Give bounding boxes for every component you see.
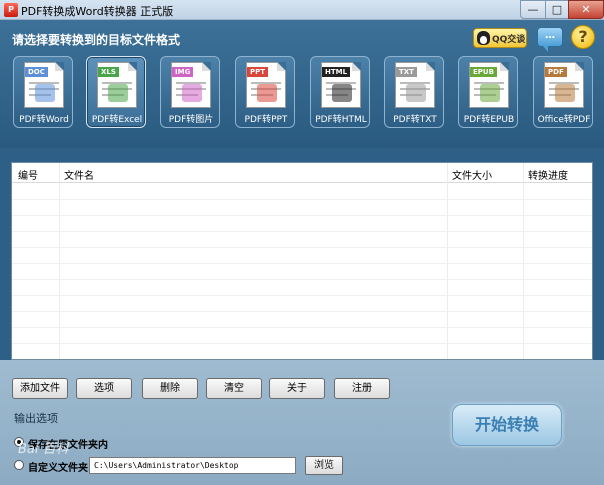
txt-icon: TXT: [395, 62, 435, 108]
table-row: [12, 231, 592, 232]
qq-penguin-icon: [477, 31, 490, 45]
table-row: [12, 199, 592, 200]
format-art: [176, 80, 206, 104]
format-pdftxt-button[interactable]: TXT PDF转TXT: [384, 56, 444, 128]
format-pdfhtml-button[interactable]: HTML PDF转HTML: [310, 56, 370, 128]
title-bar: P PDF转换成Word转换器 正式版 — □ ✕: [0, 0, 604, 20]
format-label: PDF转TXT: [393, 115, 437, 125]
format-pdfppt-button[interactable]: PPT PDF转PPT: [235, 56, 295, 128]
qq-chat-label: QQ交谈: [492, 35, 526, 45]
format-tag: IMG: [172, 67, 194, 77]
options-button[interactable]: 选项: [76, 378, 132, 399]
format-tag: HTML: [322, 67, 351, 77]
app-icon: P: [4, 3, 18, 17]
file-table[interactable]: 编号 文件名 文件大小 转换进度: [11, 162, 593, 360]
format-label: PDF转Word: [19, 115, 69, 125]
table-row: [12, 279, 592, 280]
about-button[interactable]: 关于: [269, 378, 325, 399]
format-tag: DOC: [25, 67, 48, 77]
format-header: 请选择要转换到的目标文件格式 QQ交谈 … ? DOC PDF转Word XLS PD…: [0, 20, 604, 148]
format-art: [474, 80, 504, 104]
help-icon[interactable]: ?: [571, 25, 595, 49]
format-pdf-button[interactable]: IMG PDF转图片: [160, 56, 220, 128]
epub-icon: EPUB: [469, 62, 509, 108]
output-path-input[interactable]: C:\Users\Administrator\Desktop: [89, 457, 296, 474]
custom-folder-radio[interactable]: [14, 460, 24, 470]
format-label: Office转PDF: [537, 115, 591, 125]
table-row: [12, 247, 592, 248]
format-tag: PPT: [247, 67, 269, 77]
format-art: [400, 80, 430, 104]
format-officepdf-button[interactable]: PDF Office转PDF: [533, 56, 593, 128]
table-row: [12, 263, 592, 264]
maximize-button[interactable]: □: [545, 0, 569, 19]
table-row: [12, 215, 592, 216]
table-row: [12, 311, 592, 312]
add-file-button[interactable]: 添加文件: [12, 378, 68, 399]
column-header-filesize[interactable]: 文件大小: [452, 167, 492, 182]
format-tag: TXT: [396, 67, 417, 77]
format-pdfword-button[interactable]: DOC PDF转Word: [13, 56, 73, 128]
format-tag: EPUB: [470, 67, 497, 77]
header-title: 请选择要转换到的目标文件格式: [12, 33, 181, 47]
column-divider: [523, 163, 524, 359]
ppt-icon: PPT: [246, 62, 286, 108]
delete-button[interactable]: 删除: [142, 378, 198, 399]
excel-chart-icon: XLS: [97, 62, 137, 108]
format-pdfexcel-button[interactable]: XLS PDF转Excel: [86, 56, 146, 128]
html-globe-icon: HTML: [321, 62, 361, 108]
format-art: [251, 80, 281, 104]
register-button[interactable]: 注册: [334, 378, 390, 399]
format-label: PDF转PPT: [244, 115, 288, 125]
column-header-filename[interactable]: 文件名: [64, 167, 94, 182]
minimize-button[interactable]: —: [520, 0, 546, 19]
clear-button[interactable]: 清空: [206, 378, 262, 399]
column-header-id[interactable]: 编号: [18, 167, 38, 182]
format-tag: XLS: [98, 67, 119, 77]
table-header: 编号 文件名 文件大小 转换进度: [12, 163, 592, 183]
format-tag: PDF: [545, 67, 567, 77]
column-header-progress[interactable]: 转换进度: [528, 167, 568, 182]
format-art: [549, 80, 579, 104]
format-label: PDF转图片: [168, 115, 214, 125]
window-title: PDF转换成Word转换器 正式版: [21, 5, 174, 18]
chat-bubble-icon[interactable]: …: [537, 27, 563, 52]
table-row: [12, 343, 592, 344]
format-art: [29, 80, 59, 104]
table-row: [12, 327, 592, 328]
start-convert-button[interactable]: 开始转换: [452, 404, 562, 446]
format-label: PDF转HTML: [315, 115, 367, 125]
close-button[interactable]: ✕: [568, 0, 604, 19]
qq-chat-button[interactable]: QQ交谈: [473, 28, 527, 48]
table-row: [12, 295, 592, 296]
browse-button[interactable]: 浏览: [305, 456, 343, 475]
watermark: Bai 百科: [18, 442, 69, 457]
image-icon: IMG: [171, 62, 211, 108]
format-art: [102, 80, 132, 104]
format-label: PDF转EPUB: [463, 115, 515, 125]
format-label: PDF转Excel: [91, 115, 143, 125]
output-options-title: 输出选项: [14, 412, 58, 425]
column-divider: [59, 163, 60, 359]
word-doc-icon: DOC: [24, 62, 64, 108]
custom-folder-label[interactable]: 自定义文件夹: [28, 459, 88, 474]
pdf-acrobat-icon: PDF: [544, 62, 584, 108]
format-pdfepub-button[interactable]: EPUB PDF转EPUB: [458, 56, 518, 128]
column-divider: [447, 163, 448, 359]
format-art: [326, 80, 356, 104]
